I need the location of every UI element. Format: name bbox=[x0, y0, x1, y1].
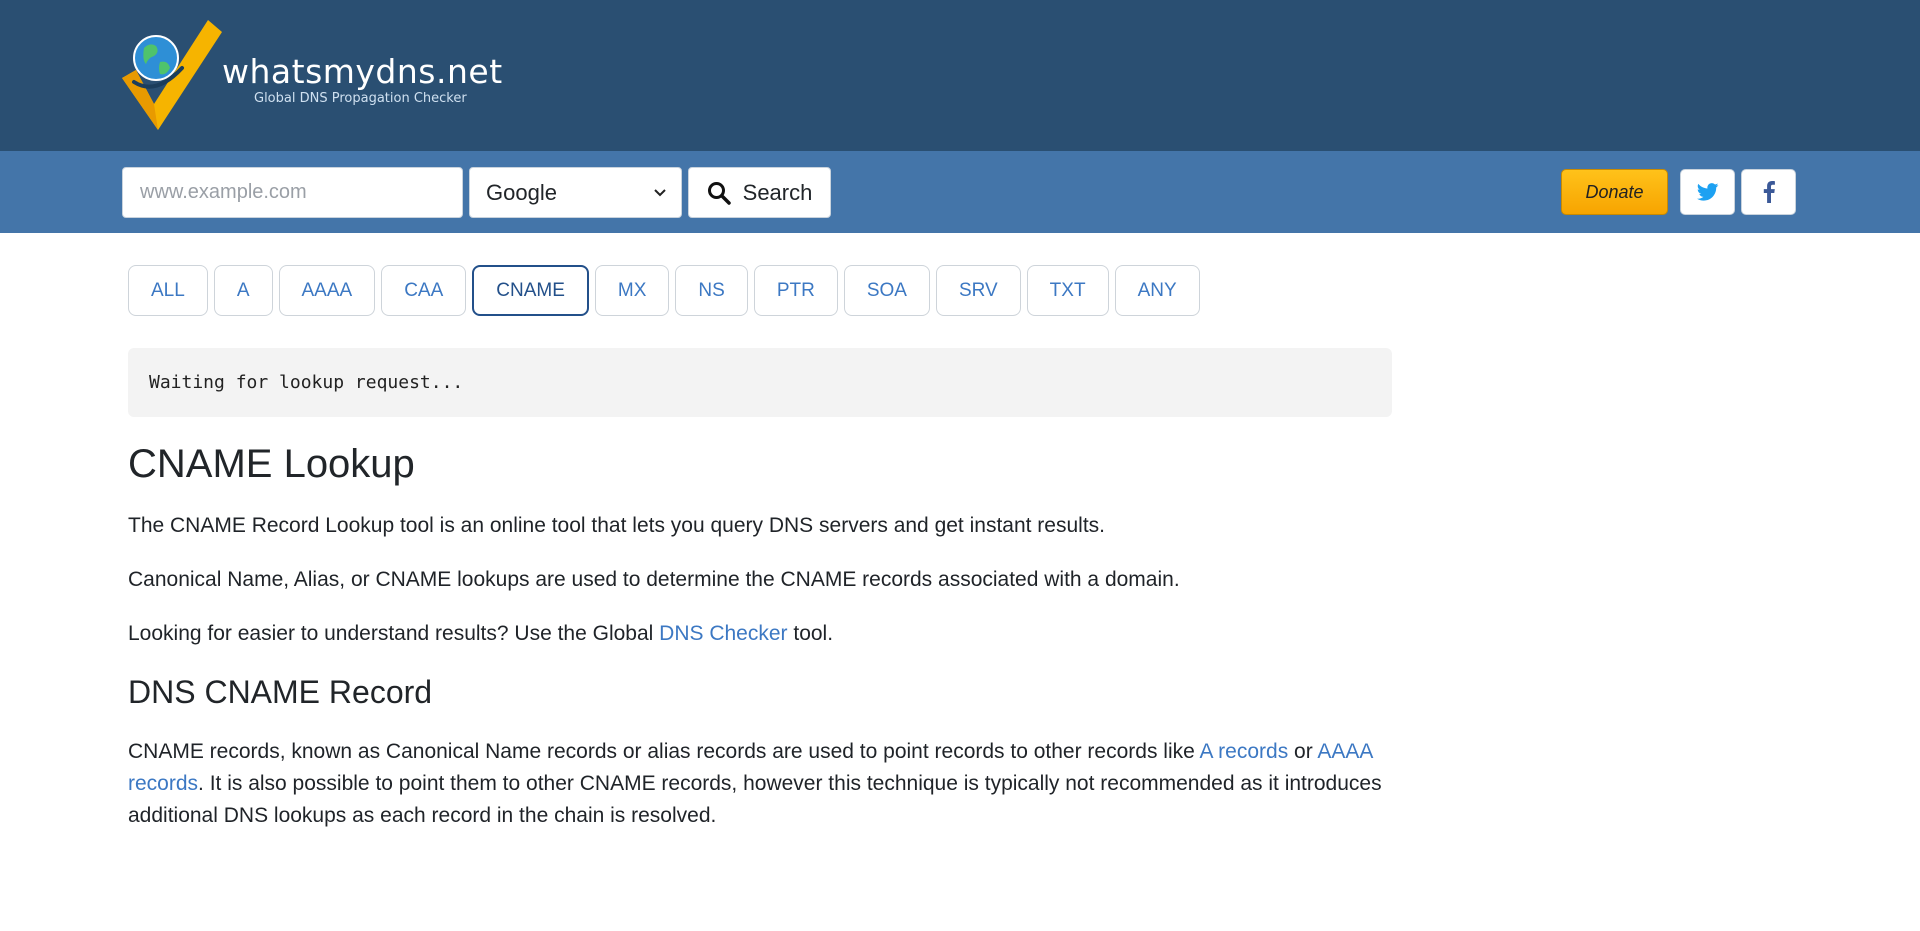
tab-aaaa[interactable]: AAAA bbox=[278, 265, 376, 316]
site-header: whatsmydns.net Global DNS Propagation Ch… bbox=[0, 0, 1920, 151]
tab-any[interactable]: ANY bbox=[1114, 265, 1200, 316]
search-toolbar: Google Search Donate bbox=[0, 151, 1920, 233]
site-logo[interactable]: whatsmydns.net Global DNS Propagation Ch… bbox=[122, 18, 502, 130]
tab-mx[interactable]: MX bbox=[594, 265, 670, 316]
a-records-link[interactable]: A records bbox=[1199, 740, 1288, 763]
globe-checkmark-logo-icon bbox=[122, 20, 222, 130]
resolver-selected-value: Google bbox=[486, 179, 557, 205]
record-text-2: or bbox=[1288, 740, 1318, 763]
record-type-tabs: ALL A AAAA CAA CNAME MX NS PTR SOA SRV T… bbox=[128, 265, 1200, 316]
description-paragraph: Canonical Name, Alias, or CNAME lookups … bbox=[128, 568, 1180, 591]
twitter-button[interactable] bbox=[1680, 169, 1735, 215]
tab-soa[interactable]: SOA bbox=[843, 265, 930, 316]
search-button[interactable]: Search bbox=[688, 167, 831, 218]
checker-suffix: tool. bbox=[787, 622, 834, 645]
checker-paragraph: Looking for easier to understand results… bbox=[128, 618, 1398, 650]
tab-all[interactable]: ALL bbox=[128, 265, 208, 316]
tab-srv[interactable]: SRV bbox=[935, 265, 1021, 316]
domain-search-input[interactable] bbox=[122, 167, 463, 218]
tab-a[interactable]: A bbox=[213, 265, 273, 316]
lookup-status-text: Waiting for lookup request... bbox=[149, 372, 464, 393]
twitter-icon bbox=[1696, 183, 1718, 201]
tab-caa[interactable]: CAA bbox=[381, 265, 467, 316]
facebook-icon bbox=[1763, 181, 1775, 203]
resolver-select[interactable]: Google bbox=[469, 167, 682, 218]
main-content: CNAME Lookup The CNAME Record Lookup too… bbox=[128, 440, 1398, 854]
facebook-button[interactable] bbox=[1741, 169, 1796, 215]
dns-checker-link[interactable]: DNS Checker bbox=[659, 622, 787, 645]
tab-txt[interactable]: TXT bbox=[1026, 265, 1109, 316]
intro-paragraph: The CNAME Record Lookup tool is an onlin… bbox=[128, 514, 1105, 537]
site-name: whatsmydns.net bbox=[222, 52, 503, 91]
tab-cname[interactable]: CNAME bbox=[472, 265, 589, 316]
lookup-status-box: Waiting for lookup request... bbox=[128, 348, 1392, 417]
logo-text: whatsmydns.net Global DNS Propagation Ch… bbox=[222, 52, 503, 106]
donate-button[interactable]: Donate bbox=[1561, 169, 1668, 215]
tab-ns[interactable]: NS bbox=[675, 265, 748, 316]
page-title: CNAME Lookup bbox=[128, 442, 415, 486]
record-text-3: . It is also possible to point them to o… bbox=[128, 772, 1382, 827]
record-text-1: CNAME records, known as Canonical Name r… bbox=[128, 740, 1200, 763]
search-icon bbox=[707, 181, 731, 205]
tab-ptr[interactable]: PTR bbox=[753, 265, 838, 316]
record-paragraph: CNAME records, known as Canonical Name r… bbox=[128, 736, 1398, 832]
search-button-label: Search bbox=[742, 179, 813, 205]
section-title: DNS CNAME Record bbox=[128, 674, 433, 710]
donate-button-label: Donate bbox=[1585, 181, 1644, 202]
checker-prefix: Looking for easier to understand results… bbox=[128, 622, 660, 645]
chevron-down-icon bbox=[654, 188, 666, 196]
site-tagline: Global DNS Propagation Checker bbox=[254, 91, 467, 106]
